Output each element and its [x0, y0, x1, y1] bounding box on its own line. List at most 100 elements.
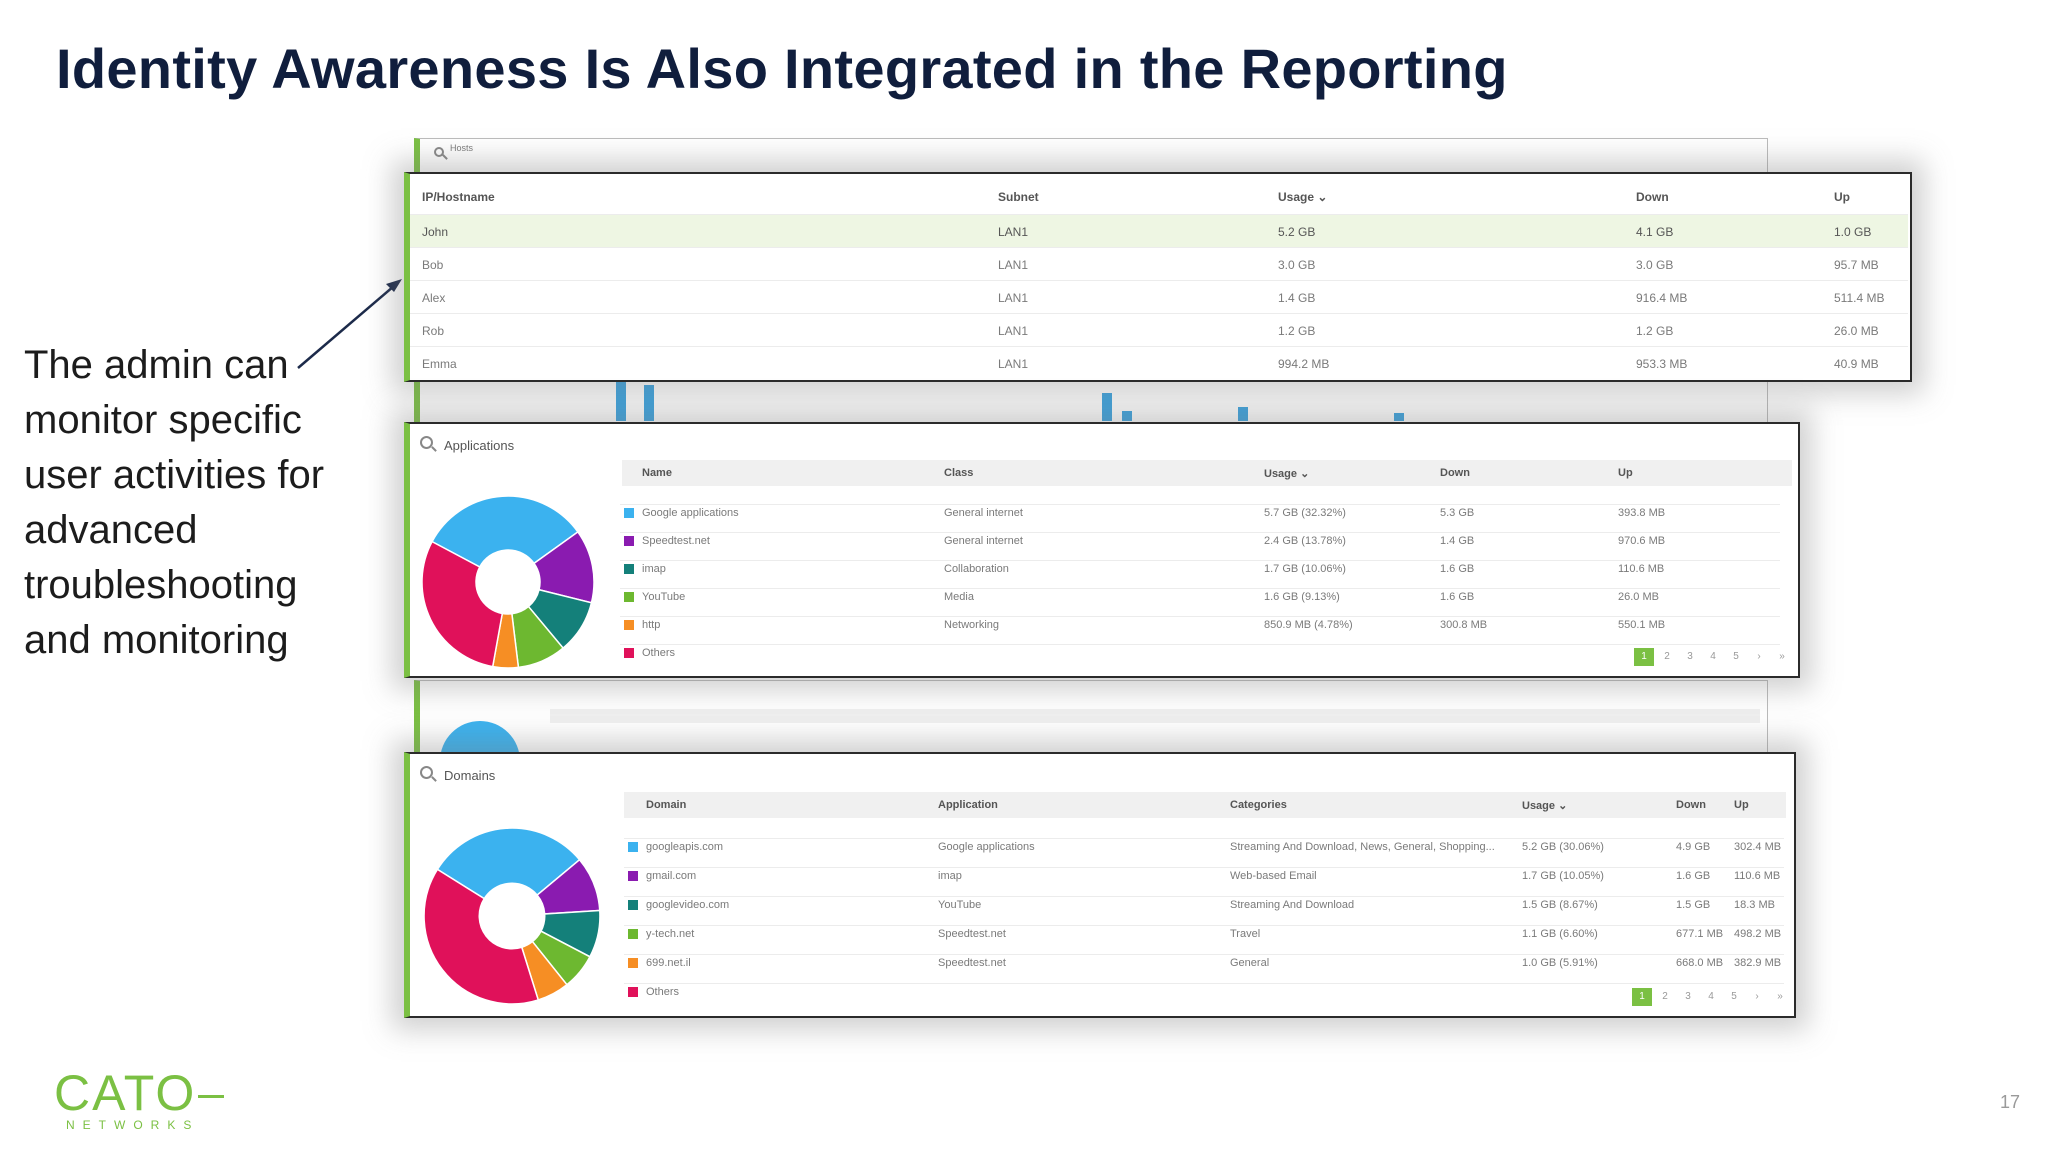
table-cell: LAN1 — [998, 357, 1029, 371]
table-cell: LAN1 — [998, 225, 1029, 239]
table-cell: 916.4 MB — [1636, 291, 1688, 305]
row-divider — [620, 588, 1780, 589]
pagination-item[interactable]: 2 — [1655, 988, 1675, 1006]
pagination-item[interactable]: 1 — [1632, 988, 1652, 1006]
list-item-name[interactable]: imap — [642, 563, 666, 575]
column-header-usage[interactable]: Usage ⌄ — [1522, 799, 1567, 812]
table-cell: Web-based Email — [1230, 870, 1317, 882]
row-divider — [620, 616, 1780, 617]
page-number: 17 — [1999, 1092, 2020, 1112]
pagination-item[interactable]: › — [1749, 648, 1769, 666]
table-cell: 18.3 MB — [1734, 899, 1775, 911]
pagination-item[interactable]: » — [1772, 648, 1792, 666]
background-table-header — [550, 709, 1760, 723]
table-cell: 1.6 GB (9.13%) — [1264, 591, 1340, 603]
table-cell: LAN1 — [998, 324, 1029, 338]
column-header-down[interactable]: Down — [1676, 799, 1706, 811]
table-cell: 5.7 GB (32.32%) — [1264, 507, 1346, 519]
hosts-table-panel: IP/Hostname Subnet Usage ⌄ Down Up John L… — [404, 172, 1912, 382]
list-item-name[interactable]: YouTube — [642, 591, 685, 603]
list-item-name[interactable]: y-tech.net — [646, 928, 694, 940]
pagination-item[interactable]: 2 — [1657, 648, 1677, 666]
table-cell: 1.5 GB (8.67%) — [1522, 899, 1598, 911]
column-header-application[interactable]: Application — [938, 799, 998, 811]
row-divider — [620, 560, 1780, 561]
column-header-usage[interactable]: Usage ⌄ — [1278, 190, 1327, 204]
list-item-name[interactable]: Google applications — [642, 507, 739, 519]
column-header-usage[interactable]: Usage ⌄ — [1264, 467, 1309, 480]
table-cell: 4.9 GB — [1676, 841, 1711, 853]
legend-swatch — [628, 842, 638, 852]
column-header-up[interactable]: Up — [1734, 799, 1749, 811]
background-bar — [1122, 411, 1132, 421]
list-item-name[interactable]: http — [642, 619, 660, 631]
hostname-cell[interactable]: Emma — [422, 357, 457, 371]
background-bar — [1238, 407, 1248, 421]
column-header-domain[interactable]: Domain — [646, 799, 686, 811]
list-item-name[interactable]: Others — [646, 986, 679, 998]
column-header-up[interactable]: Up — [1834, 190, 1850, 204]
column-header-class[interactable]: Class — [944, 467, 973, 479]
table-cell: 1.5 GB — [1676, 899, 1711, 911]
pagination-item[interactable]: 5 — [1726, 648, 1746, 666]
table-cell: 4.1 GB — [1636, 225, 1674, 239]
row-divider — [410, 280, 1908, 281]
hostname-cell[interactable]: Rob — [422, 324, 444, 338]
row-divider — [624, 838, 1784, 839]
table-cell: 677.1 MB — [1676, 928, 1724, 940]
list-item-name[interactable]: googleapis.com — [646, 841, 723, 853]
list-item-name[interactable]: Speedtest.net — [642, 535, 710, 547]
row-divider — [624, 896, 1784, 897]
table-cell: LAN1 — [998, 291, 1029, 305]
column-header-up[interactable]: Up — [1618, 467, 1633, 479]
list-item-name[interactable]: gmail.com — [646, 870, 696, 882]
table-cell: 498.2 MB — [1734, 928, 1782, 940]
cato-networks-logo: CATO NETWORKS — [54, 1065, 225, 1132]
pagination-item[interactable]: 5 — [1724, 988, 1744, 1006]
pagination-item[interactable]: » — [1770, 988, 1790, 1006]
pagination-item[interactable]: › — [1747, 988, 1767, 1006]
row-divider — [620, 532, 1780, 533]
list-item-name[interactable]: googlevideo.com — [646, 899, 729, 911]
background-bar — [1394, 413, 1404, 421]
column-header-name[interactable]: Name — [642, 467, 672, 479]
table-cell: 1.4 GB — [1440, 535, 1475, 547]
search-icon[interactable] — [420, 436, 433, 449]
pagination-item[interactable]: 4 — [1703, 648, 1723, 666]
table-cell: 300.8 MB — [1440, 619, 1488, 631]
hostname-cell[interactable]: Alex — [422, 291, 445, 305]
table-cell: 1.1 GB (6.60%) — [1522, 928, 1598, 940]
hostname-cell[interactable]: Bob — [422, 258, 443, 272]
background-bar — [644, 385, 654, 421]
table-cell: YouTube — [938, 899, 982, 911]
column-header-hostname[interactable]: IP/Hostname — [422, 190, 495, 204]
table-cell: 95.7 MB — [1834, 258, 1879, 272]
table-cell: Google applications — [938, 841, 1035, 853]
search-icon[interactable] — [420, 766, 433, 779]
row-divider — [620, 644, 1780, 645]
legend-swatch — [628, 900, 638, 910]
column-header-down[interactable]: Down — [1636, 190, 1669, 204]
hostname-cell[interactable]: John — [422, 225, 448, 239]
background-bar — [1102, 393, 1112, 421]
table-cell: 1.6 GB — [1440, 591, 1475, 603]
pagination-item[interactable]: 1 — [1634, 648, 1654, 666]
pie-slice[interactable] — [421, 540, 504, 668]
table-cell: 1.6 GB — [1676, 870, 1711, 882]
table-cell: 970.6 MB — [1618, 535, 1666, 547]
logo-subtext: NETWORKS — [66, 1118, 200, 1132]
pagination-item[interactable]: 3 — [1680, 648, 1700, 666]
legend-swatch — [624, 508, 634, 518]
domains-donut-chart — [423, 827, 601, 1005]
table-cell: 3.0 GB — [1636, 258, 1674, 272]
pagination-item[interactable]: 4 — [1701, 988, 1721, 1006]
list-item-name[interactable]: Others — [642, 647, 675, 659]
logo-wordmark: CATO — [54, 1065, 197, 1121]
table-cell: 26.0 MB — [1834, 324, 1879, 338]
column-header-subnet[interactable]: Subnet — [998, 190, 1039, 204]
pagination-item[interactable]: 3 — [1678, 988, 1698, 1006]
column-header-down[interactable]: Down — [1440, 467, 1470, 479]
table-cell: 511.4 MB — [1834, 291, 1885, 305]
list-item-name[interactable]: 699.net.il — [646, 957, 691, 969]
column-header-categories[interactable]: Categories — [1230, 799, 1287, 811]
